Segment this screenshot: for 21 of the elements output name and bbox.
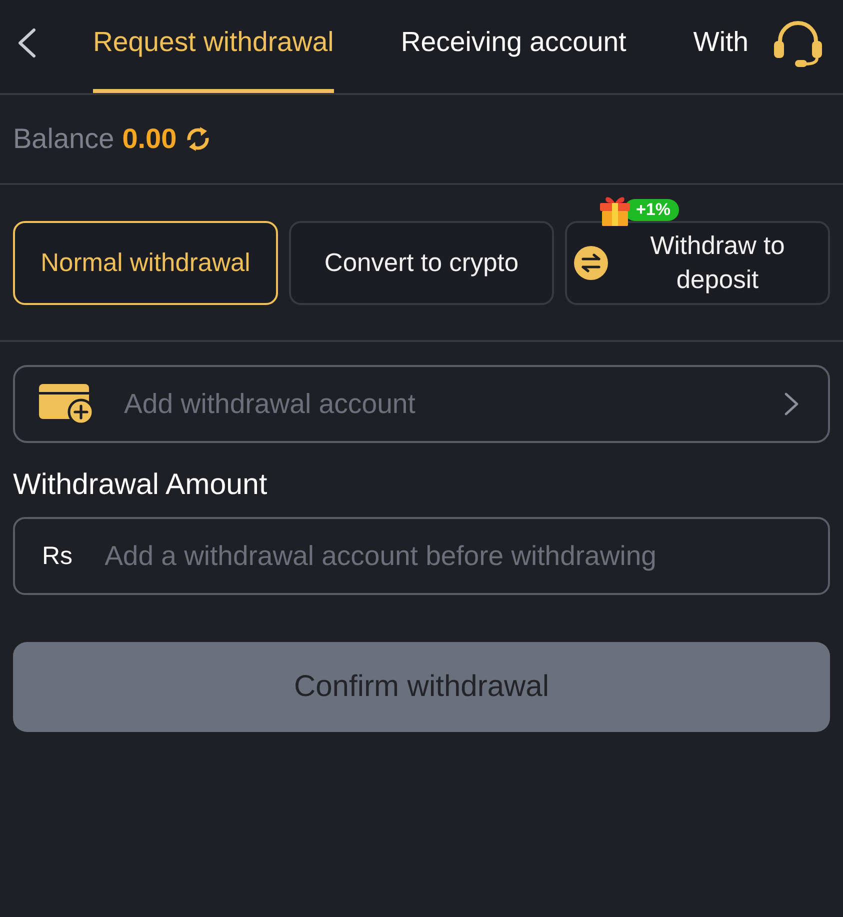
method-label: Withdraw to deposit (649, 231, 786, 296)
withdrawal-method-option[interactable]: Withdraw to deposit (565, 221, 830, 305)
tab[interactable]: With (693, 0, 748, 93)
withdrawal-method-option[interactable]: Normal withdrawal (13, 221, 278, 305)
amount-field[interactable]: Rs Add a withdrawal account before withdrawing (13, 517, 830, 595)
withdrawal-method-option[interactable]: Convert to crypto (289, 221, 554, 305)
back-chevron-icon (17, 28, 37, 58)
card-plus-icon (39, 383, 95, 425)
back-button[interactable] (17, 28, 37, 58)
refresh-icon[interactable] (184, 126, 211, 152)
headset-icon[interactable] (773, 21, 823, 67)
currency-label: Rs (42, 542, 73, 570)
amount-input[interactable]: Add a withdrawal account before withdrawing (104, 540, 812, 572)
tab[interactable]: Request withdrawal (93, 0, 334, 93)
swap-arrows-icon (574, 246, 608, 280)
tab[interactable]: Receiving account (400, 0, 626, 93)
bonus-badge: +1% (624, 199, 678, 221)
amount-title: Withdrawal Amount (13, 467, 268, 503)
balance-amount: 0.00 (122, 123, 177, 155)
balance-label: Balance (13, 123, 114, 155)
chevron-right-icon (784, 392, 800, 416)
